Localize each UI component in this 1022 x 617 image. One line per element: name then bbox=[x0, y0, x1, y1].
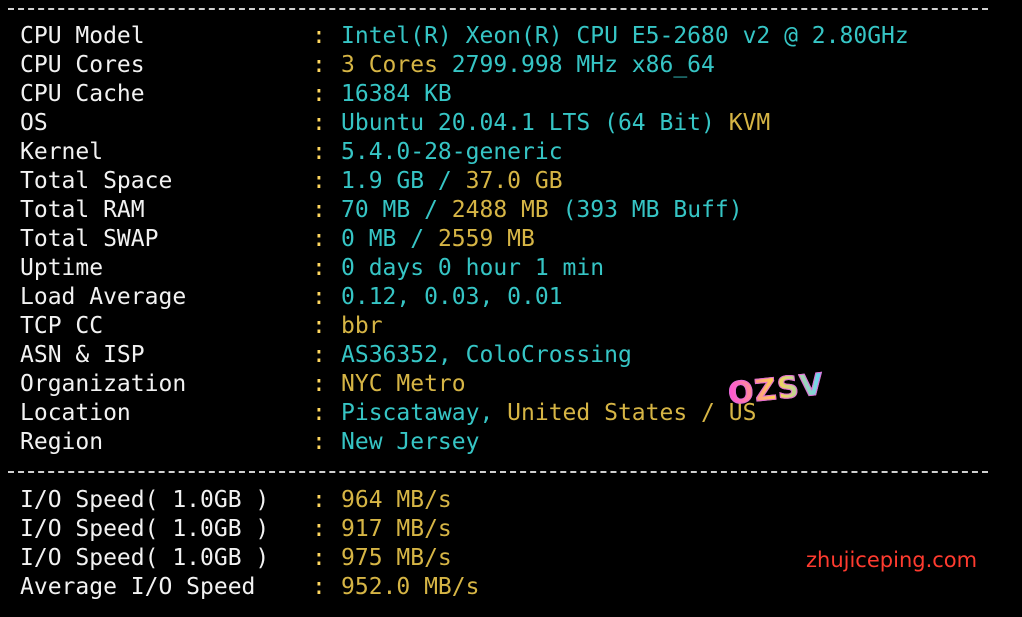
ozsv-logo: OZSV bbox=[726, 367, 826, 416]
info-value: AS36352, ColoCrossing bbox=[341, 341, 632, 370]
info-label: Average I/O Speed bbox=[20, 574, 256, 600]
info-separator: : bbox=[312, 284, 326, 310]
info-value: NYC Metro bbox=[341, 370, 466, 399]
info-value: 975 MB/s bbox=[341, 544, 452, 573]
info-value: New Jersey bbox=[341, 428, 479, 457]
info-value-segment: 2488 MB bbox=[451, 197, 549, 223]
info-label: Total RAM bbox=[20, 197, 145, 223]
info-value: 1.9 GB / 37.0 GB bbox=[341, 167, 563, 196]
info-value-segment: New Jersey bbox=[341, 429, 480, 455]
info-separator: : bbox=[312, 429, 326, 455]
info-value-segment: (393 MB Buff) bbox=[548, 197, 743, 223]
info-separator: : bbox=[312, 81, 326, 107]
info-separator: : bbox=[312, 110, 326, 136]
info-label: TCP CC bbox=[20, 313, 104, 339]
info-value: 0.12, 0.03, 0.01 bbox=[341, 283, 563, 312]
top-divider bbox=[8, 8, 988, 10]
info-value-segment: 5.4.0-28-generic bbox=[341, 139, 563, 165]
info-separator: : bbox=[312, 516, 326, 542]
info-label: Total SWAP bbox=[20, 226, 159, 252]
info-separator: : bbox=[312, 342, 326, 368]
site-watermark: zhujiceping.com bbox=[806, 548, 978, 572]
info-value-segment: 964 MB/s bbox=[341, 487, 452, 513]
info-value: 0 MB / 2559 MB bbox=[341, 225, 535, 254]
info-value: 5.4.0-28-generic bbox=[341, 138, 563, 167]
info-value: 70 MB / 2488 MB (393 MB Buff) bbox=[341, 196, 743, 225]
info-value: 3 Cores 2799.998 MHz x86_64 bbox=[341, 51, 715, 80]
info-label: Location bbox=[20, 400, 131, 426]
info-separator: : bbox=[312, 168, 326, 194]
info-separator: : bbox=[312, 23, 326, 49]
info-label: Organization bbox=[20, 371, 187, 397]
info-value-segment: 37.0 GB bbox=[465, 168, 563, 194]
info-value: 952.0 MB/s bbox=[341, 573, 479, 602]
info-value-segment: 0 MB / bbox=[341, 226, 438, 252]
info-value-segment: Intel(R) Xeon(R) CPU E5-2680 v2 @ 2.80GH… bbox=[341, 23, 909, 49]
info-separator: : bbox=[312, 371, 326, 397]
info-label: Uptime bbox=[20, 255, 104, 281]
info-value-segment: 16384 KB bbox=[341, 81, 452, 107]
info-value: 964 MB/s bbox=[341, 486, 452, 515]
info-separator: : bbox=[312, 574, 326, 600]
info-separator: : bbox=[312, 545, 326, 571]
info-label: Region bbox=[20, 429, 104, 455]
info-separator: : bbox=[312, 226, 326, 252]
info-label: CPU Model bbox=[20, 23, 145, 49]
info-value: Intel(R) Xeon(R) CPU E5-2680 v2 @ 2.80GH… bbox=[341, 22, 909, 51]
info-value-segment: bbr bbox=[341, 313, 383, 339]
info-separator: : bbox=[312, 255, 326, 281]
info-separator: : bbox=[312, 52, 326, 78]
info-label: I/O Speed( 1.0GB ) bbox=[20, 487, 270, 513]
info-value-segment: 0.12, 0.03, 0.01 bbox=[341, 284, 563, 310]
info-separator: : bbox=[312, 197, 326, 223]
info-label: Kernel bbox=[20, 139, 104, 165]
info-value-segment: 917 MB/s bbox=[341, 516, 452, 542]
info-separator: : bbox=[312, 139, 326, 165]
info-value: 917 MB/s bbox=[341, 515, 452, 544]
info-label: Load Average bbox=[20, 284, 187, 310]
info-value-segment: 70 MB / bbox=[341, 197, 452, 223]
info-label: CPU Cores bbox=[20, 52, 145, 78]
info-value: Ubuntu 20.04.1 LTS (64 Bit) KVM bbox=[341, 109, 770, 138]
info-separator: : bbox=[312, 487, 326, 513]
info-value-segment: 1.9 GB / bbox=[341, 168, 466, 194]
info-value-segment: 952.0 MB/s bbox=[341, 574, 480, 600]
info-value: bbr bbox=[341, 312, 383, 341]
terminal-output: CPU Model: Intel(R) Xeon(R) CPU E5-2680 v… bbox=[0, 0, 1022, 617]
info-value-segment: AS36352, ColoCrossing bbox=[341, 342, 632, 368]
info-value-segment: 0 days 0 hour 1 min bbox=[341, 255, 605, 281]
info-value-segment: 975 MB/s bbox=[341, 545, 452, 571]
info-value-segment: 2799.998 MHz x86_64 bbox=[451, 52, 715, 78]
info-label: Total Space bbox=[20, 168, 173, 194]
info-value-segment: United States / US bbox=[507, 400, 757, 426]
info-separator: : bbox=[312, 400, 326, 426]
info-label: I/O Speed( 1.0GB ) bbox=[20, 545, 270, 571]
info-label: I/O Speed( 1.0GB ) bbox=[20, 516, 270, 542]
ozsv-logo-text: OZSV bbox=[726, 367, 826, 413]
info-value-segment: 3 Cores bbox=[341, 52, 452, 78]
info-label: OS bbox=[20, 110, 48, 136]
info-value: Piscataway, United States / US bbox=[341, 399, 756, 428]
info-separator: : bbox=[312, 313, 326, 339]
info-value-segment: Piscataway, bbox=[341, 400, 508, 426]
info-label: CPU Cache bbox=[20, 81, 145, 107]
info-value: 16384 KB bbox=[341, 80, 452, 109]
middle-divider bbox=[8, 471, 988, 473]
info-value-segment: Ubuntu 20.04.1 LTS (64 Bit) bbox=[341, 110, 729, 136]
info-value-segment: 2559 MB bbox=[437, 226, 535, 252]
info-value: 0 days 0 hour 1 min bbox=[341, 254, 604, 283]
info-value-segment: KVM bbox=[728, 110, 771, 136]
info-label: ASN & ISP bbox=[20, 342, 145, 368]
info-value-segment: NYC Metro bbox=[341, 371, 466, 397]
